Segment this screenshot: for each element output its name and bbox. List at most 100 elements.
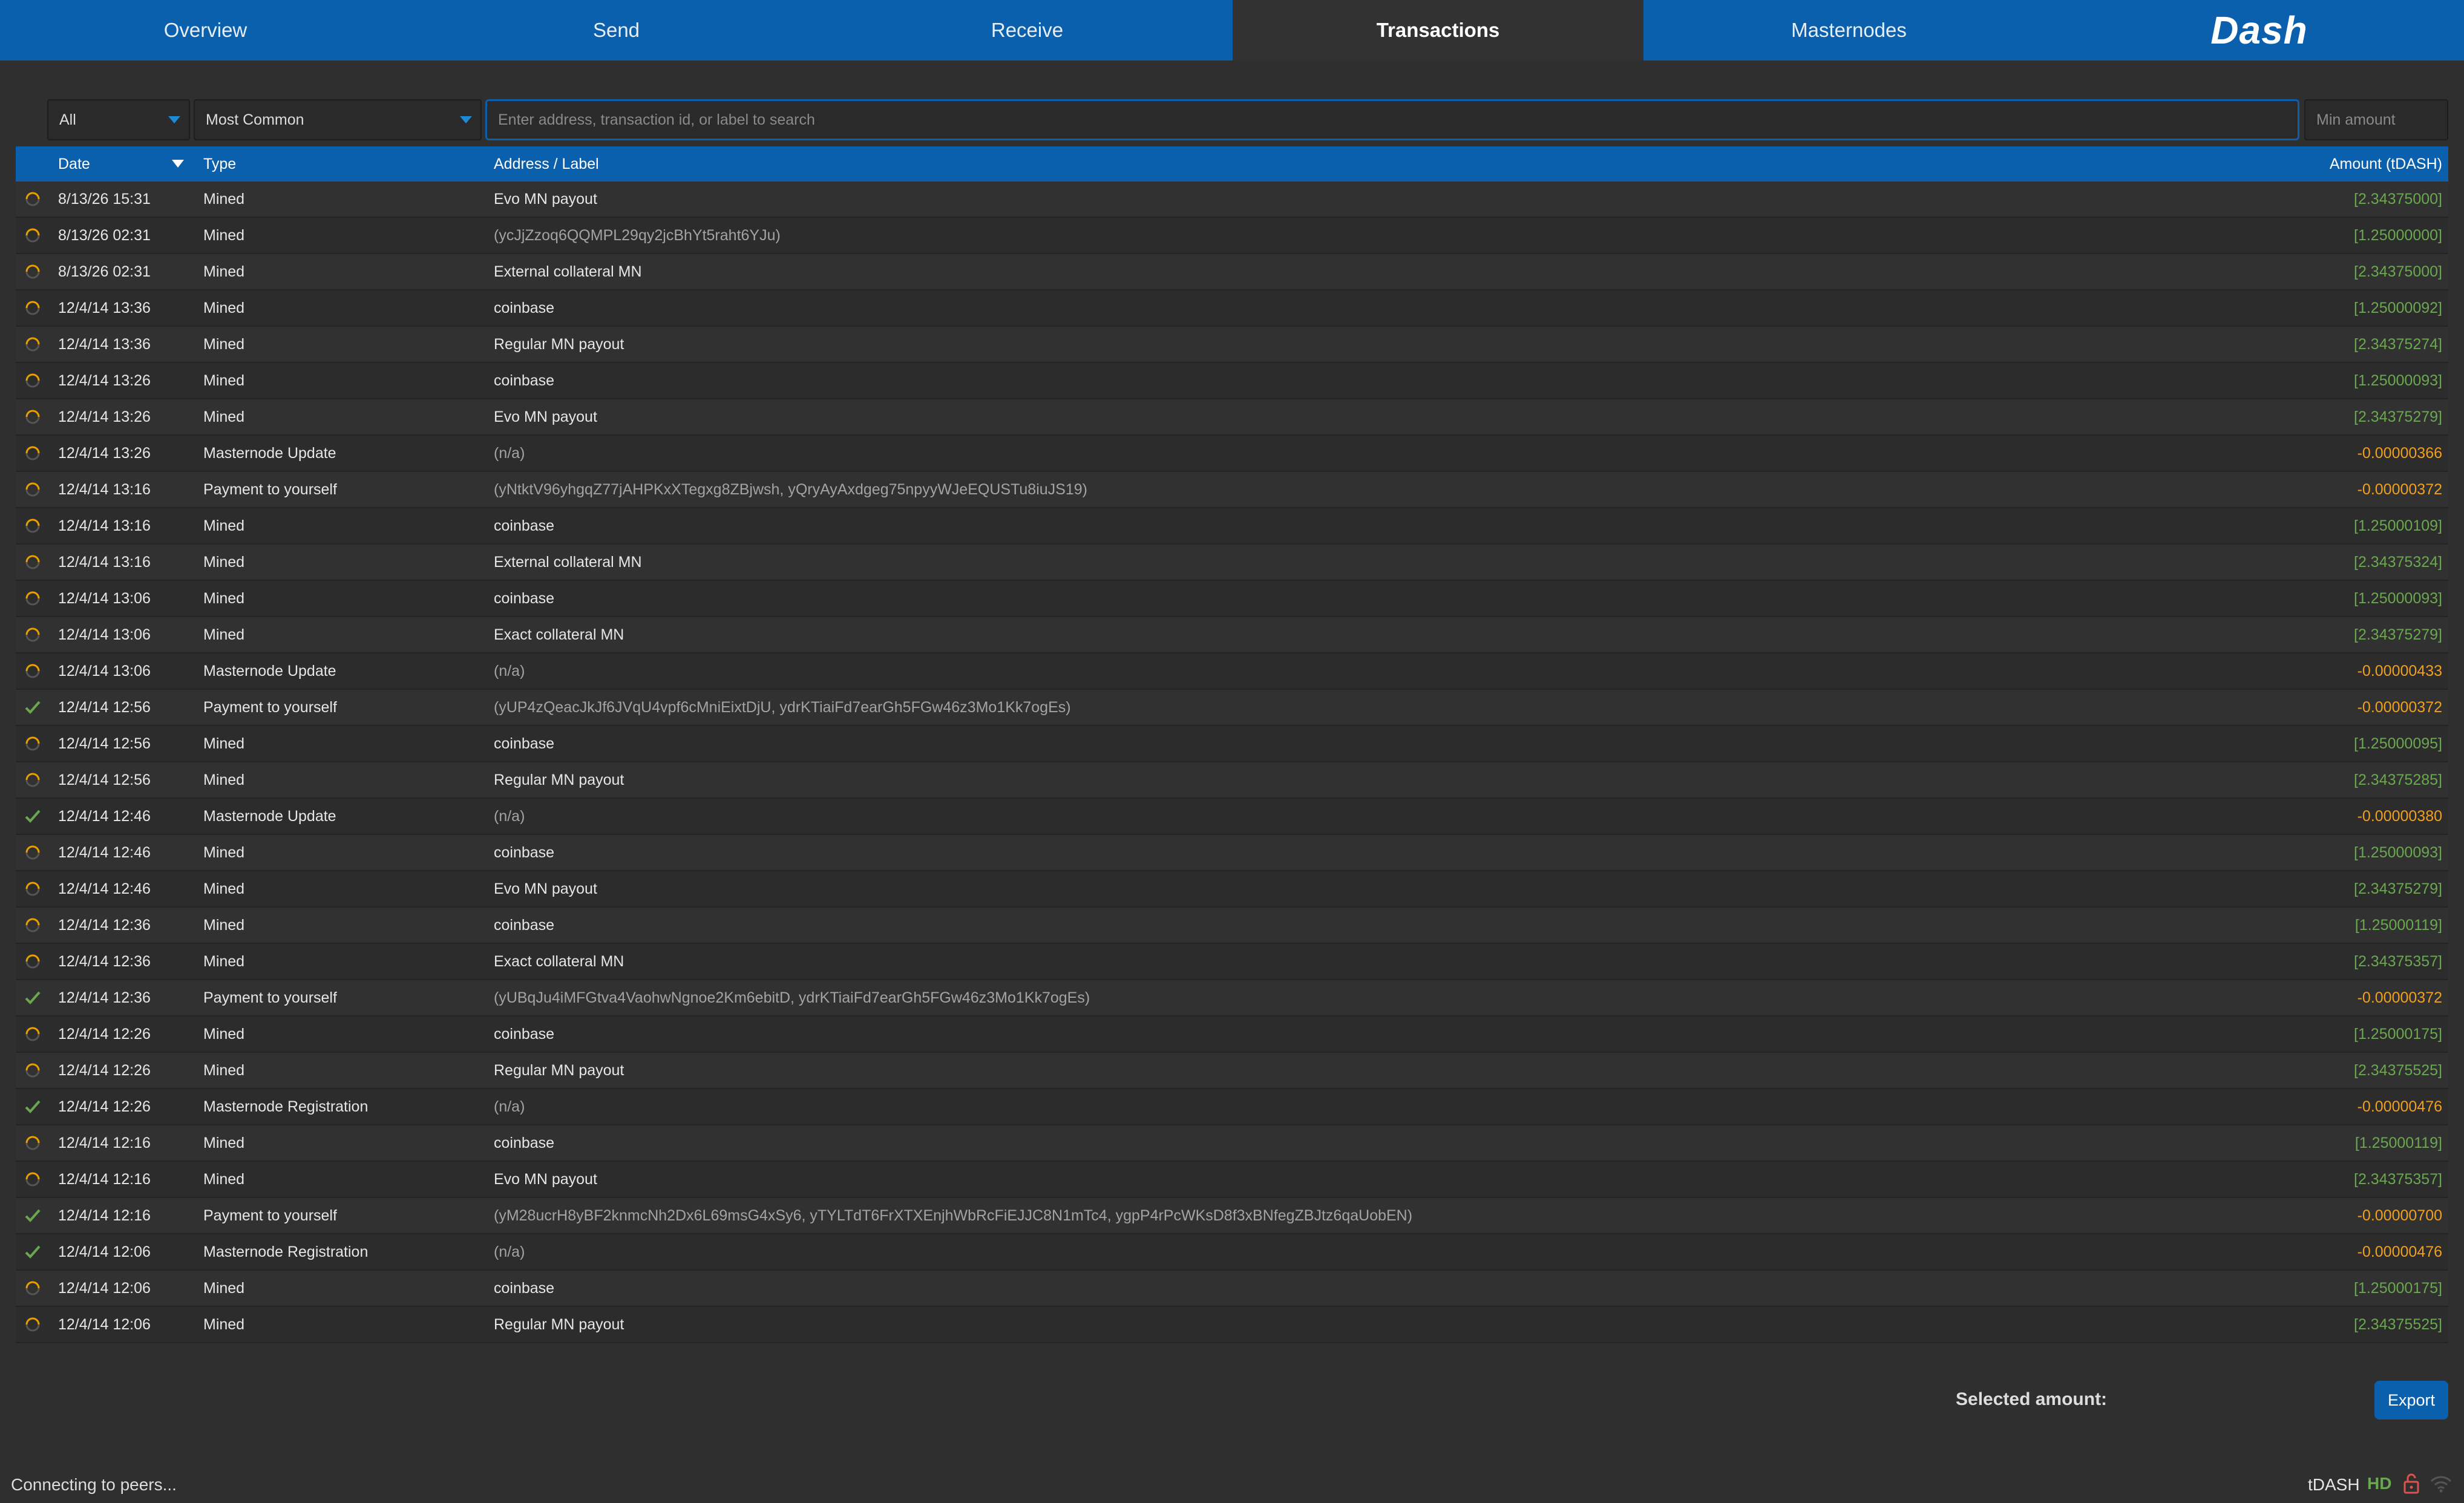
clock-spinner-icon bbox=[25, 446, 40, 460]
table-row[interactable]: 12/4/14 12:16 Payment to yourself (yM28ucr… bbox=[16, 1198, 2448, 1234]
type-filter-select[interactable]: All bbox=[47, 99, 190, 140]
table-row[interactable]: 12/4/14 13:26 Masternode Update (n/a) -0.00… bbox=[16, 436, 2448, 472]
cell-address-label: (n/a) bbox=[494, 663, 525, 679]
header-date[interactable]: Date bbox=[58, 146, 90, 182]
table-row[interactable]: 12/4/14 12:36 Mined Exact collateral MN [2.… bbox=[16, 944, 2448, 980]
tab-receive[interactable]: Receive bbox=[822, 0, 1233, 61]
table-row[interactable]: 12/4/14 12:16 Mined Evo MN payout [2.343753… bbox=[16, 1162, 2448, 1198]
chevron-down-icon bbox=[460, 116, 472, 123]
table-row[interactable]: 12/4/14 13:06 Masternode Update (n/a) -0.00… bbox=[16, 653, 2448, 690]
table-row[interactable]: 12/4/14 12:46 Mined coinbase [1.25000093] bbox=[16, 835, 2448, 871]
table-row[interactable]: 12/4/14 13:16 Payment to yourself (yNtktV9… bbox=[16, 472, 2448, 508]
cell-address-label: Regular MN payout bbox=[494, 1316, 624, 1333]
tab-send[interactable]: Send bbox=[411, 0, 822, 61]
cell-type: Mined bbox=[203, 300, 245, 316]
table-row[interactable]: 12/4/14 13:26 Mined Evo MN payout [2.343752… bbox=[16, 399, 2448, 436]
table-header: Date Type Address / Label Amount (tDASH) bbox=[16, 146, 2448, 182]
cell-type: Payment to yourself bbox=[203, 481, 337, 498]
cell-address-label: Evo MN payout bbox=[494, 1171, 597, 1188]
table-row[interactable]: 12/4/14 12:36 Payment to yourself (yUBqJu4… bbox=[16, 980, 2448, 1017]
cell-date: 12/4/14 12:06 bbox=[58, 1280, 151, 1297]
table-row[interactable]: 12/4/14 12:46 Masternode Update (n/a) -0.00… bbox=[16, 799, 2448, 835]
table-row[interactable]: 12/4/14 12:06 Mined Regular MN payout [2.34… bbox=[16, 1307, 2448, 1343]
dash-logo: Dash bbox=[2210, 8, 2308, 52]
tab-transactions[interactable]: Transactions bbox=[1233, 0, 1643, 61]
cell-amount: -0.00000372 bbox=[2357, 989, 2442, 1006]
cell-type: Payment to yourself bbox=[203, 1207, 337, 1224]
table-row[interactable]: 12/4/14 12:56 Mined Regular MN payout [2.34… bbox=[16, 762, 2448, 799]
table-row[interactable]: 12/4/14 12:16 Mined coinbase [1.25000119] bbox=[16, 1125, 2448, 1162]
table-row[interactable]: 12/4/14 12:06 Mined coinbase [1.25000175] bbox=[16, 1271, 2448, 1307]
table-row[interactable]: 12/4/14 13:16 Mined coinbase [1.25000109] bbox=[16, 508, 2448, 545]
cell-address-label: coinbase bbox=[494, 1280, 555, 1297]
clock-spinner-icon bbox=[25, 1063, 40, 1078]
cell-date: 12/4/14 12:26 bbox=[58, 1098, 151, 1115]
cell-amount: -0.00000372 bbox=[2357, 699, 2442, 716]
clock-spinner-icon bbox=[25, 591, 40, 606]
cell-address-label: Regular MN payout bbox=[494, 771, 624, 788]
sort-descending-icon[interactable] bbox=[172, 160, 184, 168]
cell-amount: -0.00000372 bbox=[2357, 481, 2442, 498]
cell-date: 12/4/14 12:26 bbox=[58, 1026, 151, 1043]
table-row[interactable]: 8/13/26 02:31 Mined (ycJjZzoq6QQMPL29qy2jc… bbox=[16, 218, 2448, 254]
search-input[interactable] bbox=[485, 99, 2299, 140]
export-button[interactable]: Export bbox=[2374, 1381, 2448, 1420]
tab-overview[interactable]: Overview bbox=[0, 0, 411, 61]
unit-label[interactable]: tDASH bbox=[2308, 1475, 2360, 1495]
header-type[interactable]: Type bbox=[203, 146, 236, 182]
table-row[interactable]: 12/4/14 12:56 Payment to yourself (yUP4zQe… bbox=[16, 690, 2448, 726]
header-amount[interactable]: Amount (tDASH) bbox=[2330, 146, 2442, 182]
cell-date: 12/4/14 13:16 bbox=[58, 517, 151, 534]
transactions-table: Date Type Address / Label Amount (tDASH)… bbox=[16, 146, 2448, 1357]
checkmark-icon bbox=[25, 810, 41, 823]
lock-icon bbox=[2403, 1473, 2419, 1494]
table-body: 8/13/26 15:31 Mined Evo MN payout [2.343750… bbox=[16, 182, 2448, 1343]
header-address-label[interactable]: Address / Label bbox=[494, 146, 599, 182]
cell-amount: -0.00000476 bbox=[2357, 1098, 2442, 1115]
cell-address-label: (ycJjZzoq6QQMPL29qy2jcBhYt5raht6YJu) bbox=[494, 227, 781, 244]
cell-date: 12/4/14 12:06 bbox=[58, 1243, 151, 1260]
cell-amount: [1.25000093] bbox=[2354, 844, 2442, 861]
date-filter-select[interactable]: Most Common bbox=[194, 99, 482, 140]
table-row[interactable]: 12/4/14 13:06 Mined Exact collateral MN [2.… bbox=[16, 617, 2448, 653]
clock-spinner-icon bbox=[25, 192, 40, 206]
cell-type: Mined bbox=[203, 880, 245, 897]
cell-amount: [1.25000000] bbox=[2354, 227, 2442, 244]
table-row[interactable]: 8/13/26 02:31 Mined External collateral MN… bbox=[16, 254, 2448, 290]
cell-type: Masternode Registration bbox=[203, 1098, 369, 1115]
clock-spinner-icon bbox=[25, 373, 40, 388]
cell-address-label: coinbase bbox=[494, 517, 555, 534]
table-row[interactable]: 12/4/14 13:36 Mined coinbase [1.25000092] bbox=[16, 290, 2448, 327]
cell-date: 12/4/14 13:06 bbox=[58, 626, 151, 643]
cell-address-label: (yNtktV96yhgqZ77jAHPKxXTegxg8ZBjwsh, yQr… bbox=[494, 481, 1087, 498]
cell-amount: [2.34375000] bbox=[2354, 263, 2442, 280]
tab-masternodes[interactable]: Masternodes bbox=[1643, 0, 2054, 61]
table-row[interactable]: 12/4/14 13:26 Mined coinbase [1.25000093] bbox=[16, 363, 2448, 399]
table-row[interactable]: 12/4/14 12:26 Mined Regular MN payout [2.34… bbox=[16, 1053, 2448, 1089]
clock-spinner-icon bbox=[25, 664, 40, 678]
table-row[interactable]: 8/13/26 15:31 Mined Evo MN payout [2.343750… bbox=[16, 182, 2448, 218]
checkmark-icon bbox=[25, 1100, 41, 1113]
cell-type: Mined bbox=[203, 953, 245, 970]
table-row[interactable]: 12/4/14 12:46 Mined Evo MN payout [2.343752… bbox=[16, 871, 2448, 908]
cell-type: Mined bbox=[203, 1135, 245, 1151]
table-row[interactable]: 12/4/14 13:36 Mined Regular MN payout [2.34… bbox=[16, 327, 2448, 363]
clock-spinner-icon bbox=[25, 882, 40, 896]
cell-address-label: (n/a) bbox=[494, 1243, 525, 1260]
table-row[interactable]: 12/4/14 12:36 Mined coinbase [1.25000119] bbox=[16, 908, 2448, 944]
clock-spinner-icon bbox=[25, 555, 40, 569]
table-row[interactable]: 12/4/14 12:26 Masternode Registration (n/a… bbox=[16, 1089, 2448, 1125]
table-row[interactable]: 12/4/14 13:16 Mined External collateral MN… bbox=[16, 545, 2448, 581]
table-row[interactable]: 12/4/14 12:26 Mined coinbase [1.25000175] bbox=[16, 1017, 2448, 1053]
cell-address-label: Regular MN payout bbox=[494, 1062, 624, 1079]
min-amount-input[interactable] bbox=[2304, 99, 2448, 140]
cell-type: Mined bbox=[203, 191, 245, 208]
cell-amount: [2.34375324] bbox=[2354, 554, 2442, 571]
cell-type: Mined bbox=[203, 590, 245, 607]
cell-date: 12/4/14 12:06 bbox=[58, 1316, 151, 1333]
table-row[interactable]: 12/4/14 13:06 Mined coinbase [1.25000093] bbox=[16, 581, 2448, 617]
cell-amount: [1.25000092] bbox=[2354, 300, 2442, 316]
table-row[interactable]: 12/4/14 12:06 Masternode Registration (n/a… bbox=[16, 1234, 2448, 1271]
cell-address-label: (yUBqJu4iMFGtva4VaohwNgnoe2Km6ebitD, ydr… bbox=[494, 989, 1090, 1006]
table-row[interactable]: 12/4/14 12:56 Mined coinbase [1.25000095] bbox=[16, 726, 2448, 762]
